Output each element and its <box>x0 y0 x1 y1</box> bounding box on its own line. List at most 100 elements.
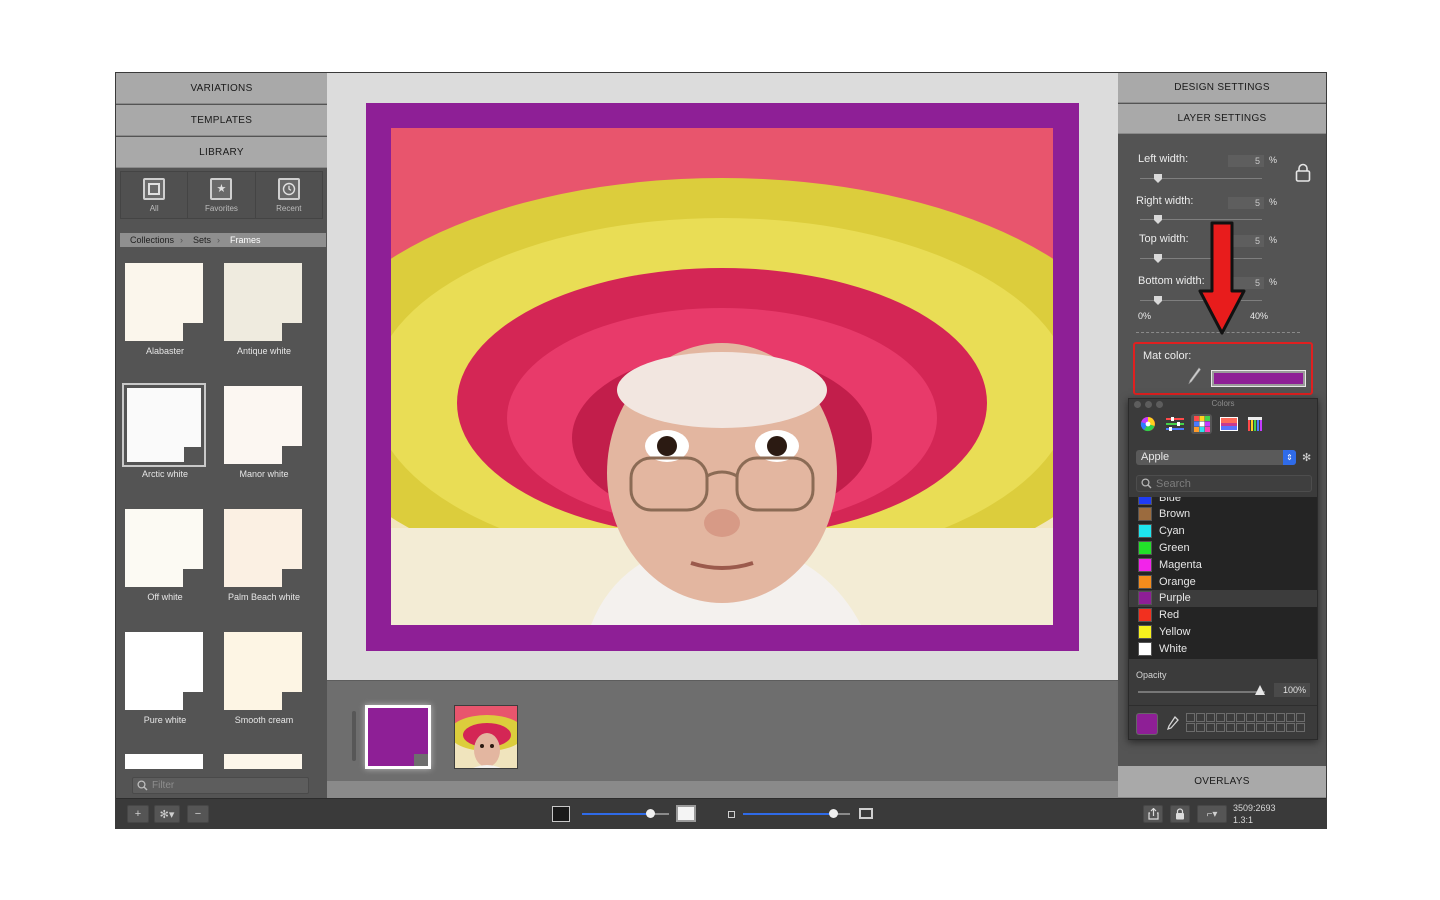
color-list-item[interactable]: Cyan <box>1129 523 1317 540</box>
current-color-well[interactable] <box>1136 713 1158 735</box>
frame-card-antique-white[interactable]: Antique white <box>221 257 307 357</box>
color-wheel-tab[interactable] <box>1137 414 1158 434</box>
frame-card-manor-white[interactable]: Manor white <box>221 380 307 480</box>
search-icon <box>1141 478 1152 489</box>
canvas-area[interactable] <box>327 73 1118 680</box>
tab-all[interactable]: All <box>121 172 189 218</box>
saved-color-slot[interactable] <box>1276 723 1285 732</box>
gear-menu-button[interactable]: ✻▾ <box>154 805 180 823</box>
saved-color-slot[interactable] <box>1286 713 1295 722</box>
saved-color-slot[interactable] <box>1256 713 1265 722</box>
remove-button[interactable]: − <box>187 805 209 823</box>
frame-card-off-white[interactable]: Off white <box>122 503 208 603</box>
crop-menu-button[interactable]: ⌐▾ <box>1197 805 1227 823</box>
frame-card-pure-white[interactable]: Pure white <box>122 626 208 726</box>
saved-color-slot[interactable] <box>1276 713 1285 722</box>
background-slider-handle[interactable] <box>646 809 655 818</box>
saved-color-slot[interactable] <box>1206 713 1215 722</box>
zoom-slider-track[interactable] <box>743 813 833 815</box>
zoom-out-icon[interactable] <box>728 811 735 818</box>
share-button[interactable] <box>1143 805 1163 823</box>
mat-frame[interactable] <box>366 103 1079 651</box>
color-list-item[interactable]: Purple <box>1129 589 1317 607</box>
bottom-width-slider-handle[interactable] <box>1154 296 1162 305</box>
lock-button[interactable] <box>1170 805 1190 823</box>
saved-color-slot[interactable] <box>1196 723 1205 732</box>
color-list-item[interactable]: Magenta <box>1129 556 1317 573</box>
templates-header[interactable]: TEMPLATES <box>116 105 327 136</box>
saved-color-slot[interactable] <box>1296 723 1305 732</box>
saved-color-slot[interactable] <box>1226 713 1235 722</box>
saved-color-slot[interactable] <box>1236 723 1245 732</box>
left-width-field[interactable]: 5 <box>1228 155 1264 167</box>
color-list-item[interactable]: Yellow <box>1129 623 1317 640</box>
saved-color-slot[interactable] <box>1216 713 1225 722</box>
color-sliders-tab[interactable] <box>1164 414 1185 434</box>
layer-settings-header[interactable]: LAYER SETTINGS <box>1118 104 1326 134</box>
right-width-field[interactable]: 5 <box>1228 197 1264 209</box>
frame-card-arctic-white[interactable]: Arctic white <box>122 380 208 480</box>
design-settings-header[interactable]: DESIGN SETTINGS <box>1118 73 1326 103</box>
color-list-item[interactable]: White <box>1129 640 1317 657</box>
pencils-tab[interactable] <box>1245 414 1266 434</box>
lock-icon[interactable] <box>1295 163 1311 182</box>
zoom-in-icon[interactable] <box>859 808 873 819</box>
saved-color-slot[interactable] <box>1286 723 1295 732</box>
color-list-item[interactable]: Brown <box>1129 506 1317 523</box>
light-background-icon[interactable] <box>676 805 696 822</box>
palette-select[interactable]: Apple ⇕ <box>1136 450 1296 465</box>
saved-color-slot[interactable] <box>1196 713 1205 722</box>
frame-card-palm-beach-white[interactable]: Palm Beach white <box>221 503 307 603</box>
filmstrip-mat-thumbnail[interactable] <box>365 705 431 769</box>
breadcrumb-collections[interactable]: Collections <box>120 235 180 245</box>
filmstrip-handle[interactable] <box>352 711 356 761</box>
saved-color-slot[interactable] <box>1246 713 1255 722</box>
image-palettes-tab[interactable] <box>1218 414 1239 434</box>
saved-color-slot[interactable] <box>1216 723 1225 732</box>
color-list-item[interactable]: Red <box>1129 607 1317 624</box>
right-width-label: Right width: <box>1136 195 1194 207</box>
mat-color-swatch[interactable] <box>1211 370 1306 387</box>
opacity-slider-handle[interactable] <box>1255 685 1265 695</box>
zoom-slider-handle[interactable] <box>829 809 838 818</box>
saved-color-slot[interactable] <box>1226 723 1235 732</box>
opacity-value-field[interactable]: 100% <box>1274 683 1310 697</box>
saved-color-slot[interactable] <box>1186 713 1195 722</box>
eyedropper-icon[interactable] <box>1188 366 1202 388</box>
filter-input[interactable]: Filter <box>132 777 309 794</box>
gear-icon[interactable]: ✻ <box>1302 451 1311 464</box>
opacity-slider-track[interactable] <box>1138 691 1265 693</box>
color-list-item[interactable]: Blue <box>1129 497 1317 506</box>
library-header[interactable]: LIBRARY <box>116 137 327 168</box>
saved-color-slot[interactable] <box>1256 723 1265 732</box>
color-wheel-icon <box>1140 416 1155 432</box>
saved-color-slot[interactable] <box>1206 723 1215 732</box>
overlays-header[interactable]: OVERLAYS <box>1118 766 1326 798</box>
saved-color-slot[interactable] <box>1266 723 1275 732</box>
saved-color-slot[interactable] <box>1236 713 1245 722</box>
variations-header[interactable]: VARIATIONS <box>116 73 327 104</box>
saved-color-slot[interactable] <box>1266 713 1275 722</box>
saved-color-slot[interactable] <box>1296 713 1305 722</box>
color-name: Purple <box>1159 592 1191 605</box>
color-list-item[interactable]: Green <box>1129 539 1317 556</box>
frame-card-alabaster[interactable]: Alabaster <box>122 257 208 357</box>
saved-color-slot[interactable] <box>1246 723 1255 732</box>
color-picker-eyedropper-icon[interactable] <box>1165 716 1179 732</box>
breadcrumb-frames[interactable]: Frames <box>220 235 267 245</box>
right-width-slider-handle[interactable] <box>1154 215 1162 224</box>
add-button[interactable]: + <box>127 805 149 823</box>
top-width-slider-handle[interactable] <box>1154 254 1162 263</box>
left-width-slider-handle[interactable] <box>1154 174 1162 183</box>
saved-color-slot[interactable] <box>1186 723 1195 732</box>
frame-card-smooth-cream[interactable]: Smooth cream <box>221 626 307 726</box>
color-list-item[interactable]: Orange <box>1129 573 1317 590</box>
dark-background-icon[interactable] <box>552 806 570 822</box>
color-palettes-tab[interactable] <box>1191 414 1212 434</box>
color-swatch <box>1138 641 1152 656</box>
color-search-input[interactable]: Search <box>1136 475 1312 492</box>
filmstrip-photo-thumbnail[interactable] <box>454 705 518 769</box>
tab-recent[interactable]: Recent <box>256 172 322 218</box>
breadcrumb-sets[interactable]: Sets <box>183 235 217 245</box>
tab-favorites[interactable]: ★ Favorites <box>188 172 256 218</box>
